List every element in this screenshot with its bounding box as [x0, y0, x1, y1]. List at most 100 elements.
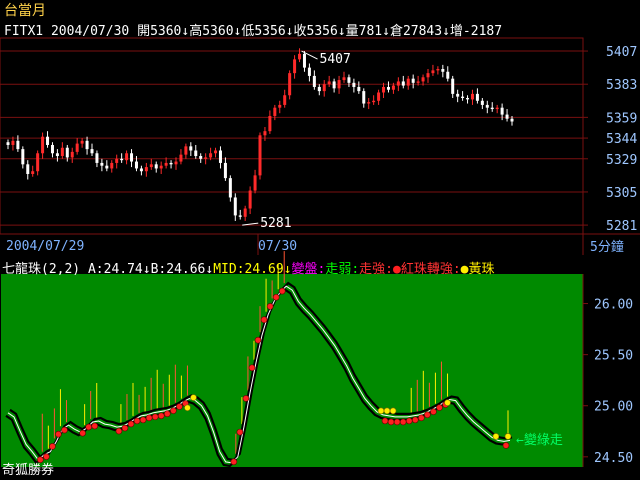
candle-body	[6, 142, 10, 145]
interval-label[interactable]: 5分鐘	[590, 239, 624, 255]
zou-qiang-label: 走強:	[359, 262, 393, 277]
candle-body	[134, 161, 138, 169]
candle-body	[130, 153, 134, 162]
yellow-bead	[504, 433, 512, 440]
candle-body	[218, 150, 222, 163]
red-bead	[242, 395, 250, 402]
price-y-ticks: 5281 5305 5329 5344 5359 5383 5407	[583, 45, 637, 234]
red-bead	[145, 414, 153, 422]
price-panel: 5281 5305 5329 5344 5359 5383 5407 5407 5281	[0, 37, 640, 255]
red-bead	[170, 407, 177, 414]
candle-body	[357, 86, 361, 92]
red-bead-label: 紅珠轉強:	[400, 262, 461, 277]
candle-body	[273, 107, 277, 116]
candle-body	[268, 115, 272, 132]
price-y-tick-1: 5305	[606, 186, 637, 201]
candle-body	[441, 69, 445, 72]
red-bead	[236, 428, 244, 436]
candle-body	[288, 73, 292, 96]
candle-body	[490, 107, 494, 110]
red-bead	[151, 413, 159, 421]
candle-body	[426, 73, 430, 78]
ind-y-tick-0: 24.50	[594, 451, 633, 466]
candle-body	[36, 153, 40, 172]
candle-body	[347, 77, 351, 83]
yellow-bead	[383, 407, 391, 415]
annotation-0: 5407	[320, 52, 351, 67]
red-bead	[79, 429, 86, 437]
candle-body	[278, 104, 282, 108]
red-bead	[266, 303, 274, 310]
candle-body	[243, 208, 247, 217]
ind-y-tick-1: 25.00	[594, 400, 633, 415]
candle-body	[214, 150, 218, 154]
candle-body	[248, 190, 252, 209]
date-tick-0: 2004/07/29	[6, 239, 84, 254]
candle-body	[307, 67, 311, 76]
price-frame	[0, 37, 584, 235]
red-bead	[139, 416, 147, 424]
red-bead	[121, 424, 129, 432]
candle-body	[95, 153, 99, 163]
candle-body	[144, 167, 148, 172]
candle-body	[55, 153, 59, 157]
price-y-tick-4: 5359	[606, 111, 637, 126]
candle-body	[238, 215, 242, 217]
chart-canvas[interactable]: 5281 5305 5329 5344 5359 5383 5407 5407 5281 20…	[0, 0, 640, 480]
indicator-y-ticks: 24.50 25.00 25.50 26.00	[583, 298, 633, 466]
price-y-tick-6: 5407	[606, 45, 637, 60]
price-y-tick-2: 5329	[606, 153, 637, 168]
zou-ruo-label: 走弱:	[325, 262, 360, 277]
candle-body	[456, 93, 460, 97]
red-bead	[260, 316, 268, 324]
annotation-1: 5281	[260, 216, 291, 231]
red-bead	[36, 456, 44, 464]
red-bead	[278, 287, 286, 295]
candle-body	[194, 150, 198, 157]
red-bead	[424, 411, 431, 419]
candle-body	[451, 78, 455, 94]
red-bead	[85, 423, 92, 431]
indicator-name: 七龍珠(2,2)	[2, 262, 81, 277]
candle-body	[386, 86, 390, 90]
candle-body	[377, 92, 381, 101]
candle-body	[100, 162, 104, 166]
candle-body	[332, 81, 336, 89]
candle-body	[362, 91, 366, 104]
candle-body	[139, 168, 143, 172]
candle-body	[154, 164, 158, 169]
candle-body	[298, 53, 302, 60]
red-bead	[157, 412, 165, 420]
red-bead	[254, 336, 262, 344]
candle-body	[228, 178, 232, 198]
candle-body	[302, 53, 306, 68]
red-bead	[399, 418, 407, 426]
candle-body	[293, 59, 297, 74]
candle-body	[21, 149, 25, 165]
red-bead	[502, 442, 510, 449]
candle-body	[223, 162, 227, 179]
yellow-bead	[377, 407, 385, 415]
red-bead	[133, 417, 141, 425]
candle-body	[401, 81, 405, 86]
candle-body	[500, 107, 504, 115]
ind-y-tick-2: 25.50	[594, 349, 633, 364]
candle-body	[75, 143, 79, 152]
candle-body	[120, 158, 124, 161]
date-tick-1: 07/30	[258, 239, 297, 254]
red-bead	[127, 420, 135, 428]
candle-body	[431, 70, 435, 74]
candle-body	[26, 164, 30, 174]
candle-body	[382, 86, 386, 93]
candle-body	[436, 69, 440, 71]
red-bead	[91, 422, 99, 430]
candle-body	[258, 135, 262, 176]
red-bead	[230, 458, 238, 466]
red-bead	[272, 293, 280, 301]
candle-body	[416, 81, 420, 83]
red-bead	[430, 408, 437, 415]
candle-body	[322, 84, 326, 92]
candle-body	[70, 151, 74, 158]
bian-pan-label: 變盤:	[291, 262, 326, 277]
price-y-tick-0: 5281	[606, 219, 637, 234]
